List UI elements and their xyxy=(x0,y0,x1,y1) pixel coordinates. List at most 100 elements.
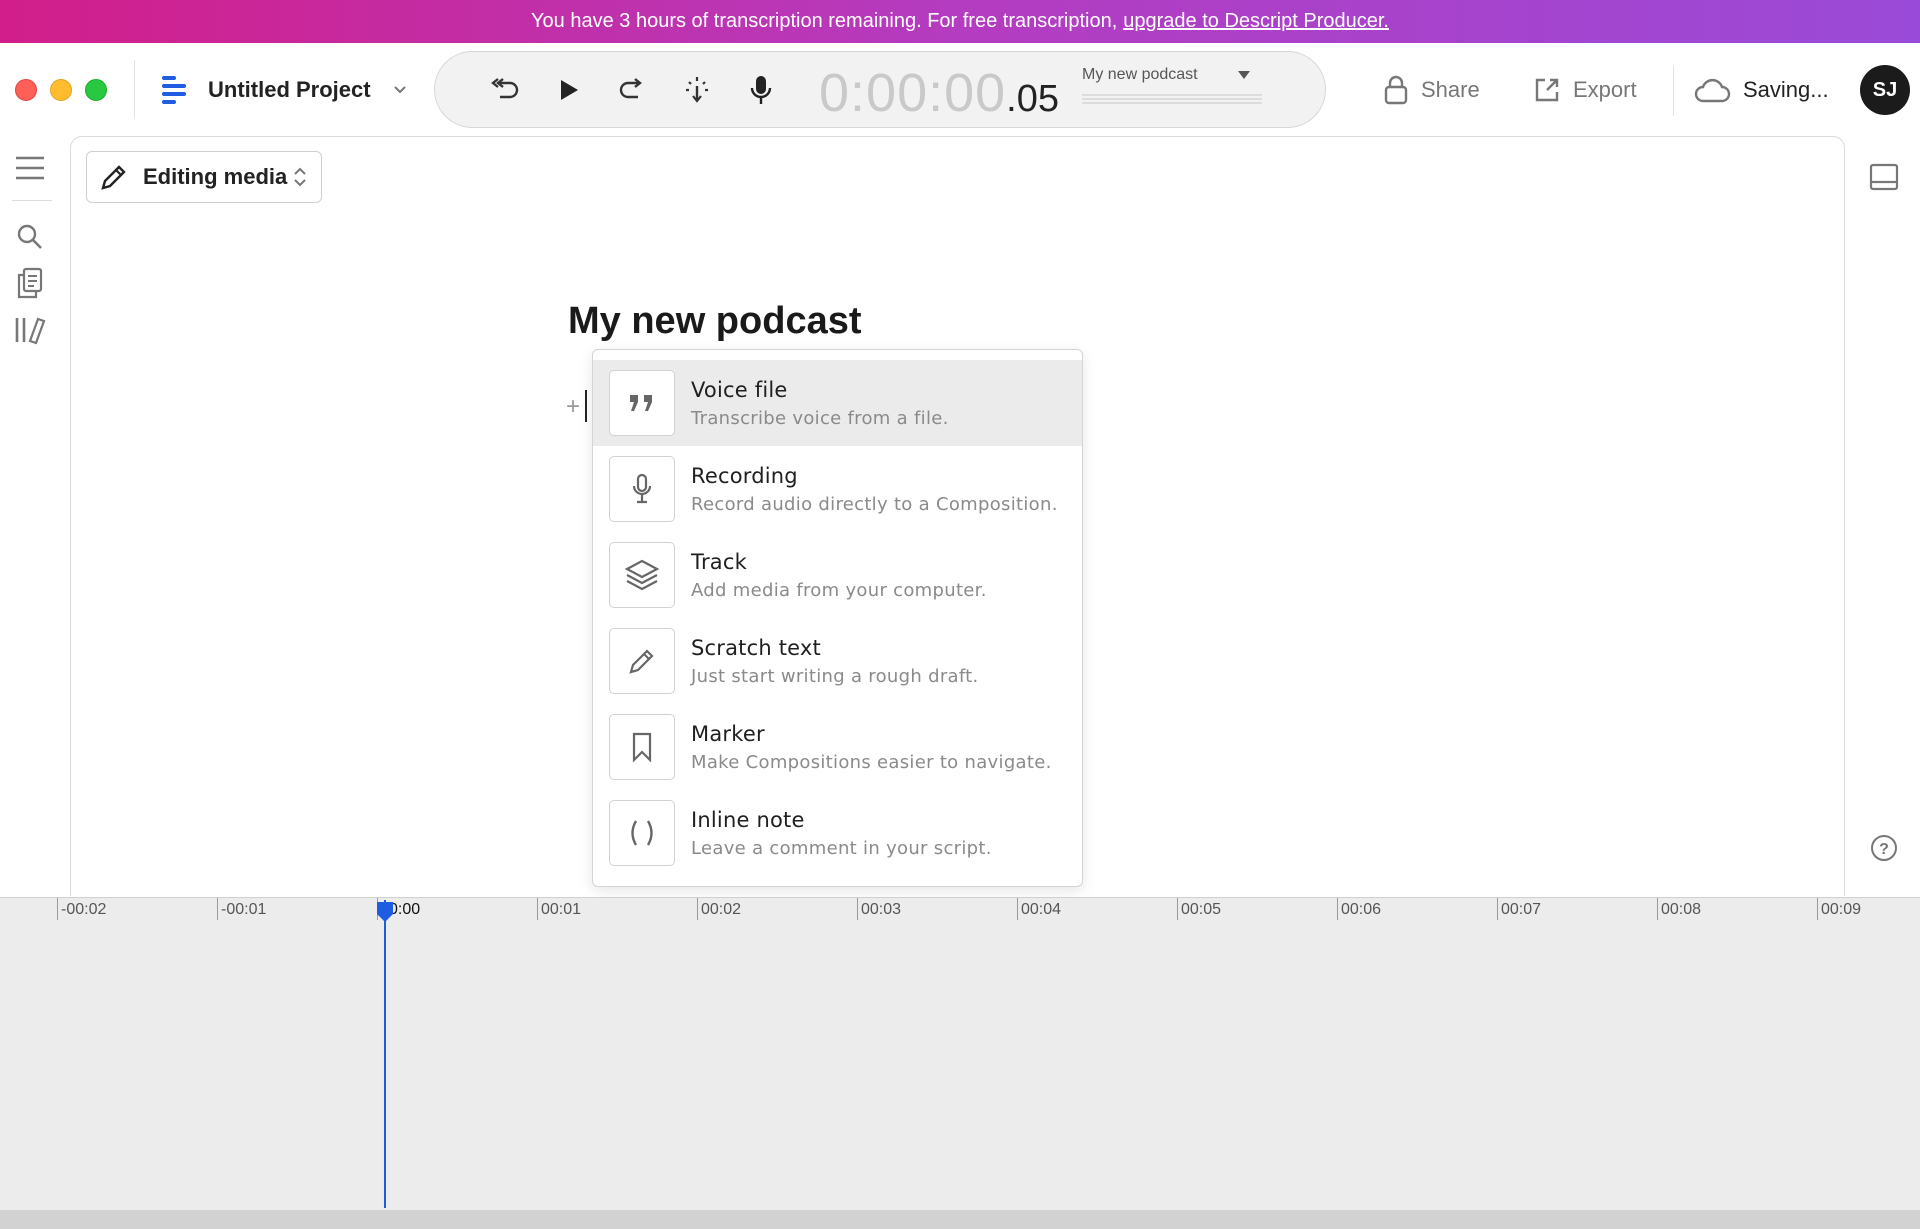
menu-item-voice-file[interactable]: Voice file Transcribe voice from a file. xyxy=(593,360,1082,446)
playhead-handle-icon[interactable] xyxy=(375,900,395,924)
window-close-button[interactable] xyxy=(15,79,37,101)
window-maximize-button[interactable] xyxy=(85,79,107,101)
export-button[interactable]: Export xyxy=(1533,68,1637,112)
save-status: Saving... xyxy=(1693,68,1829,112)
microphone-icon xyxy=(632,473,652,504)
transport-bar: 0:00:00 .05 My new podcast xyxy=(434,51,1326,128)
pencil-icon xyxy=(101,165,126,190)
text-cursor xyxy=(585,390,587,422)
project-name: Untitled Project xyxy=(208,77,371,102)
menu-item-icon-box xyxy=(609,714,675,780)
upgrade-link[interactable]: upgrade to Descript Producer. xyxy=(1123,10,1389,33)
export-icon xyxy=(1535,78,1559,102)
composition-title[interactable]: My new podcast xyxy=(568,300,862,343)
menu-item-title: Scratch text xyxy=(691,635,821,660)
search-button[interactable] xyxy=(12,219,48,255)
rewind-icon xyxy=(491,78,519,99)
layers-icon xyxy=(624,559,660,591)
chevron-updown-icon xyxy=(294,167,306,187)
cloud-icon xyxy=(1694,78,1731,103)
library-button[interactable] xyxy=(12,312,48,348)
divider xyxy=(12,200,52,201)
menu-item-subtitle: Record audio directly to a Composition. xyxy=(691,493,1058,515)
microphone-icon xyxy=(750,76,772,104)
timeline-tick-label: 00:09 xyxy=(1821,901,1862,918)
timecode: 0:00:00 .05 xyxy=(819,62,1059,123)
export-label: Export xyxy=(1573,77,1637,102)
sparkle-cursor-icon xyxy=(686,77,708,103)
timecode-main: 0:00:00 xyxy=(819,63,1007,123)
divider xyxy=(1673,66,1674,116)
share-label: Share xyxy=(1421,77,1480,102)
svg-text:?: ? xyxy=(1879,841,1889,858)
share-button[interactable]: Share xyxy=(1383,68,1480,112)
help-icon: ? xyxy=(1871,835,1897,861)
timeline[interactable]: -00:02 -00:01 0:00 00:01 00:02 00:03 00:04 00:0… xyxy=(0,897,1920,1229)
menu-item-title: Recording xyxy=(691,463,798,488)
menu-item-title: Marker xyxy=(691,721,765,746)
menu-item-track[interactable]: Track Add media from your computer. xyxy=(593,532,1082,618)
menu-item-subtitle: Just start writing a rough draft. xyxy=(691,665,979,687)
toggle-panel-button[interactable] xyxy=(1866,159,1902,195)
composition-name: My new podcast xyxy=(1082,66,1198,83)
hamburger-icon xyxy=(16,156,44,180)
menu-item-icon-box xyxy=(609,542,675,608)
caret-down-icon xyxy=(1238,71,1250,79)
menu-item-title: Inline note xyxy=(691,807,805,832)
menu-item-icon-box xyxy=(609,370,675,436)
menu-item-subtitle: Leave a comment in your script. xyxy=(691,837,992,859)
timeline-tick-label: -00:02 xyxy=(61,901,107,918)
lock-icon xyxy=(1384,75,1408,105)
menu-item-icon-box xyxy=(609,628,675,694)
menu-item-icon-box xyxy=(609,800,675,866)
menu-item-recording[interactable]: Recording Record audio directly to a Com… xyxy=(593,446,1082,532)
timeline-scrollbar[interactable] xyxy=(0,1210,1920,1229)
timeline-tick-label: 00:07 xyxy=(1501,901,1542,918)
window-minimize-button[interactable] xyxy=(50,79,72,101)
search-icon xyxy=(17,224,42,249)
descript-logo-icon xyxy=(162,76,186,104)
menu-button[interactable] xyxy=(12,150,48,186)
insert-plus-icon[interactable]: + xyxy=(566,393,580,421)
menu-item-scratch-text[interactable]: Scratch text Just start writing a rough … xyxy=(593,618,1082,704)
menu-item-icon-box xyxy=(609,456,675,522)
forward-button[interactable] xyxy=(613,70,653,110)
pencil-icon xyxy=(629,649,654,674)
avatar[interactable]: SJ xyxy=(1860,65,1910,115)
timeline-tick-label: 00:04 xyxy=(1021,901,1062,918)
files-button[interactable] xyxy=(12,265,48,301)
playhead-line[interactable] xyxy=(384,900,386,1208)
panel-toggle-icon xyxy=(1869,163,1899,191)
timeline-tick-label: 00:03 xyxy=(861,901,902,918)
help-button[interactable]: ? xyxy=(1866,830,1902,866)
audio-level-meter xyxy=(1082,92,1262,104)
composition-select[interactable]: My new podcast xyxy=(1082,66,1262,104)
editing-mode-select[interactable]: Editing media xyxy=(86,151,322,203)
quote-icon xyxy=(630,395,652,411)
library-icon xyxy=(15,317,46,345)
play-button[interactable] xyxy=(549,70,589,110)
timeline-tick-label: 00:06 xyxy=(1341,901,1382,918)
project-menu[interactable]: Untitled Project xyxy=(160,68,407,112)
cursor-effect-button[interactable] xyxy=(677,70,717,110)
timeline-tick-label: 00:01 xyxy=(541,901,582,918)
save-status-label: Saving... xyxy=(1743,77,1829,102)
forward-icon xyxy=(619,78,642,99)
play-icon xyxy=(561,80,578,100)
editing-mode-label: Editing media xyxy=(143,164,288,189)
menu-item-subtitle: Add media from your computer. xyxy=(691,579,987,601)
chevron-down-icon xyxy=(393,86,406,94)
parentheses-icon xyxy=(631,820,653,846)
menu-item-marker[interactable]: Marker Make Compositions easier to navig… xyxy=(593,704,1082,790)
timeline-tick-label: 00:02 xyxy=(701,901,742,918)
menu-item-subtitle: Transcribe voice from a file. xyxy=(691,407,949,429)
insert-menu: Voice file Transcribe voice from a file.… xyxy=(592,349,1083,887)
menu-item-inline-note[interactable]: Inline note Leave a comment in your scri… xyxy=(593,790,1082,876)
rewind-button[interactable] xyxy=(485,70,525,110)
record-button[interactable] xyxy=(741,70,781,110)
timeline-tick-label: 00:08 xyxy=(1661,901,1702,918)
divider xyxy=(134,60,135,118)
timeline-tick-label: 00:05 xyxy=(1181,901,1222,918)
timecode-fraction: .05 xyxy=(1006,78,1059,120)
bookmark-icon xyxy=(632,732,652,763)
